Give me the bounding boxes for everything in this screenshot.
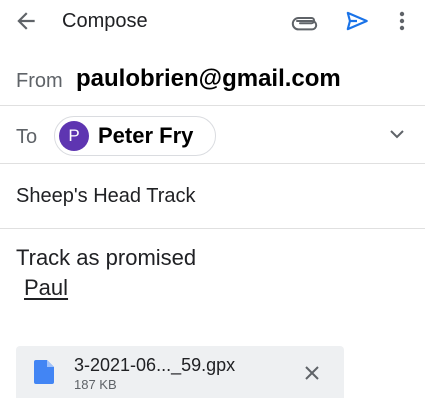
from-label: From: [16, 70, 63, 92]
recipient-chip[interactable]: P Peter Fry: [54, 116, 216, 156]
chevron-down-icon[interactable]: [386, 124, 408, 144]
divider: [0, 105, 425, 106]
divider: [0, 163, 425, 164]
more-vert-icon[interactable]: [392, 8, 412, 34]
attachment-card[interactable]: 3-2021-06..._59.gpx 187 KB: [16, 346, 344, 398]
send-icon[interactable]: [343, 8, 371, 34]
attachment-name: 3-2021-06..._59.gpx: [74, 355, 236, 375]
recipient-name: Peter Fry: [98, 123, 194, 148]
body-signature[interactable]: Paul: [24, 274, 68, 302]
close-icon[interactable]: [302, 363, 322, 383]
divider: [0, 228, 425, 229]
compose-screen: Compose From paulobrien@gmail.com To P P…: [0, 0, 425, 398]
from-row[interactable]: From paulobrien@gmail.com: [0, 56, 425, 104]
file-icon: [34, 360, 54, 384]
to-label: To: [16, 126, 38, 148]
subject-field[interactable]: Sheep's Head Track: [16, 183, 195, 209]
paperclip-icon[interactable]: [291, 8, 319, 34]
attachment-size: 187 KB: [74, 377, 117, 392]
body-text-line[interactable]: Track as promised: [16, 244, 196, 272]
avatar: P: [59, 121, 89, 151]
toolbar-title: Compose: [62, 10, 148, 32]
compose-toolbar: Compose: [0, 0, 425, 44]
arrow-back-icon[interactable]: [13, 8, 39, 34]
from-address[interactable]: paulobrien@gmail.com: [76, 65, 341, 93]
